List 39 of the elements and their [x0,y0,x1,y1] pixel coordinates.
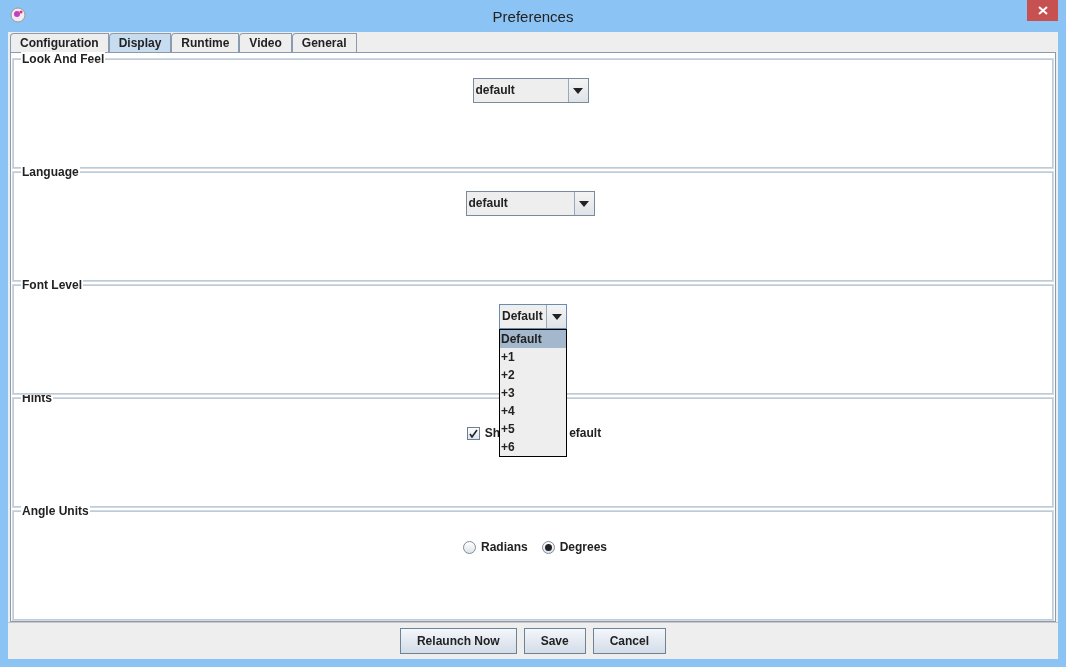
dropdown[interactable]: default [465,191,595,216]
section-title: Font Level [21,278,83,292]
checkbox[interactable] [466,426,480,440]
dropdown-value: default [466,192,574,215]
dropdown-option[interactable]: Default [500,330,566,348]
tab[interactable]: General [291,33,357,52]
caret-icon [573,87,583,94]
dropdown-option[interactable]: +1 [500,348,566,366]
radio-label: Radians [480,539,528,556]
tab[interactable]: Display [108,33,172,52]
section-title: Angle Units [21,504,90,518]
tab[interactable]: Video [239,33,292,52]
radio-label: Degrees [559,539,608,556]
dialog-button[interactable]: Save [523,628,586,654]
caret-icon [579,200,589,207]
section-title: Language [21,165,80,179]
close-button[interactable] [1027,0,1058,21]
dropdown-value: Default [500,305,546,328]
dropdown-option[interactable]: +4 [500,402,566,420]
section-title: Look And Feel [21,52,106,66]
dropdown-option[interactable]: +5 [500,420,566,438]
radio-button[interactable] [462,540,476,554]
dropdown-option[interactable]: +3 [500,384,566,402]
checkbox-label: efault [569,425,602,442]
app-icon [10,7,26,23]
dropdown-option[interactable]: +2 [500,366,566,384]
dialog-button[interactable]: Cancel [592,628,667,654]
tab[interactable]: Runtime [171,33,240,52]
caret-icon [551,313,562,320]
dropdown[interactable]: default [472,78,589,103]
dropdown[interactable]: Default [499,304,567,329]
close-icon [1037,6,1048,15]
tab[interactable]: Configuration [10,33,109,52]
dropdown-option[interactable]: +6 [500,438,566,456]
window-title: Preferences [492,7,574,27]
dropdown-value: default [473,79,568,102]
radio-button[interactable] [541,540,555,554]
dialog-button[interactable]: Relaunch Now [399,628,517,654]
checkbox-label: Sh [484,425,501,442]
